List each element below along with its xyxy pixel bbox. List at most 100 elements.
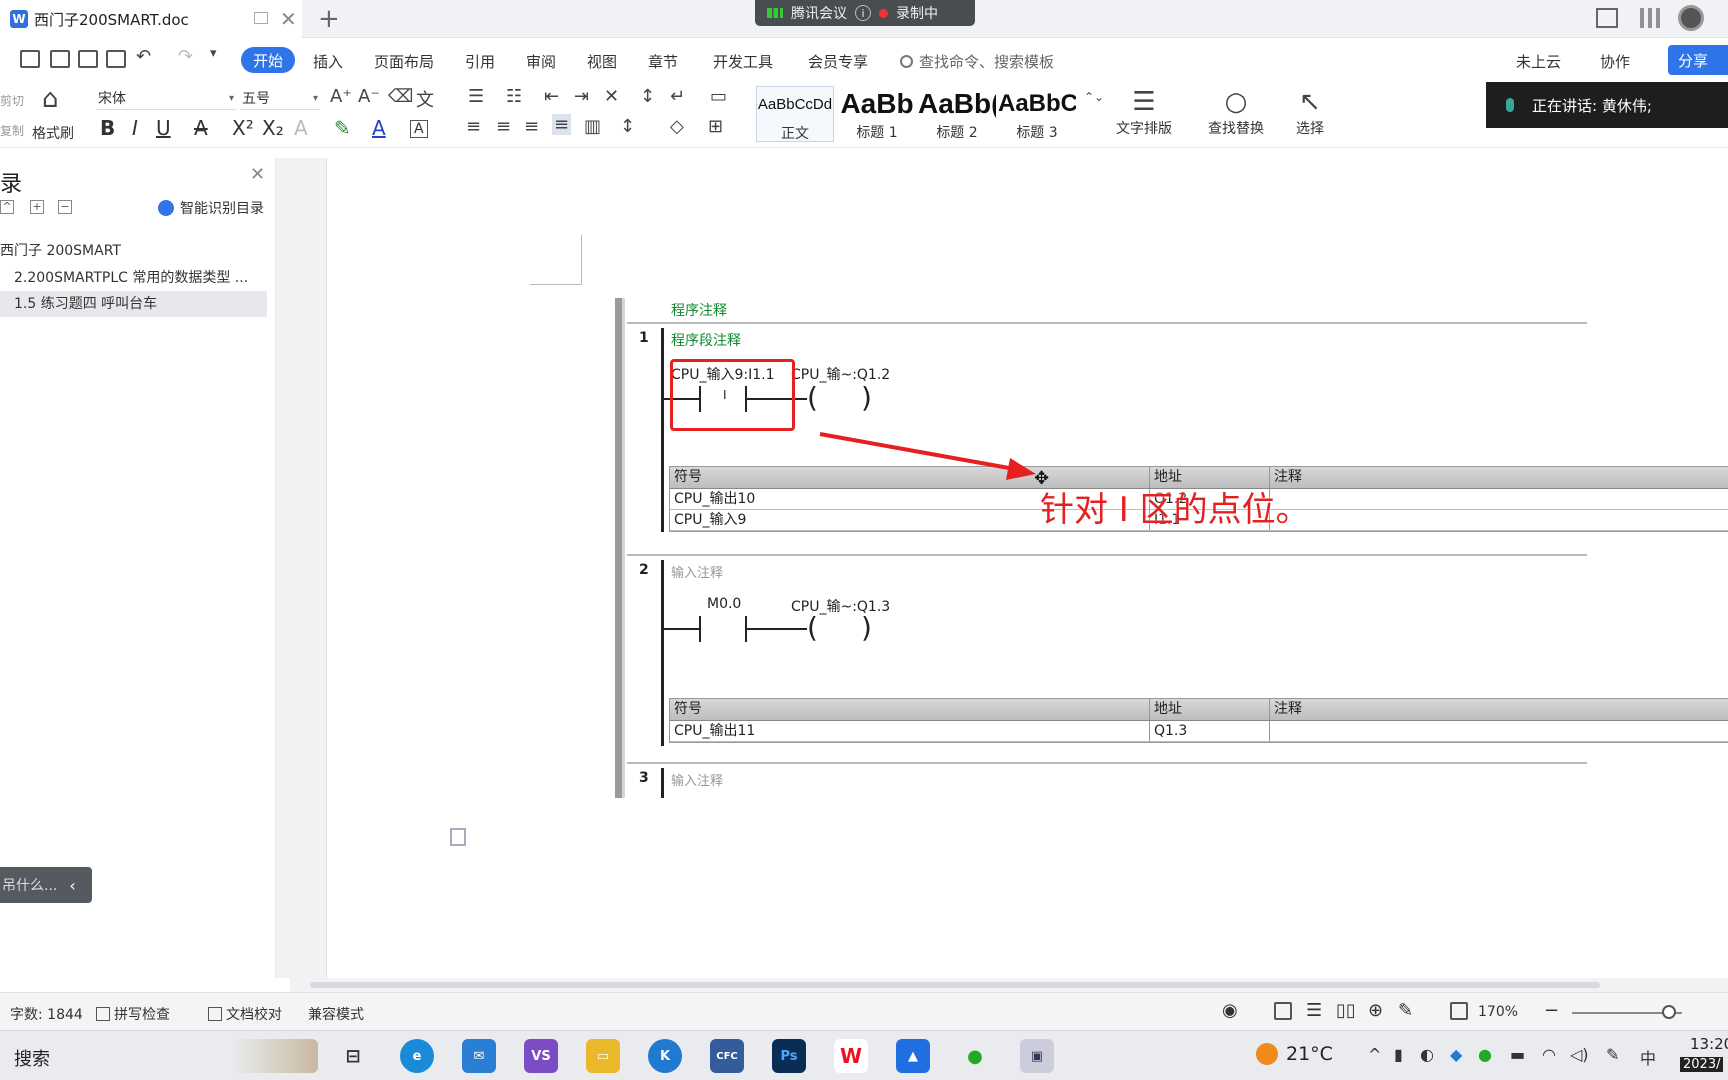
word-count[interactable]: 字数: 1844 [10,1004,83,1024]
style-heading-2[interactable]: AaBb( 标题 2 [918,86,996,142]
chevron-up-icon[interactable]: ^ [1368,1045,1381,1064]
justify-icon[interactable]: ≡ [552,114,572,135]
toc-item[interactable]: 2.200SMARTPLC 常用的数据类型 ... [14,265,248,291]
strikethrough-icon[interactable]: A [194,116,208,140]
distribute-icon[interactable]: ▥ [584,116,601,137]
quick-access-dropdown-icon[interactable]: ▾ [210,46,217,61]
collapse-icon[interactable]: ^ [0,200,14,214]
chinese-layout-icon[interactable]: ✕ [604,86,619,107]
tab-member[interactable]: 会员专享 [808,51,868,72]
cloud-status[interactable]: 未上云 [1516,51,1561,72]
grow-font-icon[interactable]: A⁺ [330,86,352,107]
new-tab-button[interactable]: + [318,4,340,34]
underline-icon[interactable]: U [156,116,171,140]
copy-button[interactable]: 复制 [0,122,24,139]
write-view-icon[interactable]: ✎ [1398,1000,1413,1021]
qq-icon[interactable]: ◐ [1420,1045,1434,1064]
wechat-tray-icon[interactable]: ● [1478,1045,1492,1064]
format-painter-icon[interactable]: ⌂ [42,84,59,114]
bold-icon[interactable]: B [100,116,115,140]
horizontal-scrollbar[interactable] [290,978,1728,992]
file-explorer-icon[interactable]: ▭ [586,1039,620,1073]
tab-developer[interactable]: 开发工具 [713,51,773,72]
line-spacing-icon[interactable]: ↕ [620,116,635,137]
weather-widget[interactable]: 21°C [1256,1043,1333,1065]
tab-chapter[interactable]: 章节 [648,51,678,72]
toc-item-selected[interactable]: 1.5 练习题四 呼叫台车 [0,291,267,317]
find-replace-button[interactable]: ○ 查找替换 [1208,86,1264,138]
microphone-tray-icon[interactable]: ▮ [1394,1045,1403,1064]
shrink-font-icon[interactable]: A⁻ [358,86,380,107]
edge-browser-icon[interactable]: e [400,1039,434,1073]
style-normal[interactable]: AaBbCcDd 正文 [756,86,834,142]
print-icon[interactable] [78,50,98,68]
text-effect-icon[interactable]: A [294,116,308,140]
clock-date[interactable]: 2023/ [1680,1057,1724,1072]
style-heading-3[interactable]: AaBbC( 标题 3 [998,86,1076,142]
search-highlight-icon[interactable] [232,1039,318,1073]
styles-more-icon[interactable]: ⌃⌄ [1084,90,1104,104]
format-painter-label[interactable]: 格式刷 [32,123,74,143]
collaborate-button[interactable]: 协作 [1600,51,1630,72]
input-method[interactable]: 中 [1640,1045,1656,1069]
toc-item[interactable]: 西门子 200SMART [0,238,121,264]
expand-all-icon[interactable]: + [30,200,44,214]
select-button[interactable]: ↖ 选择 [1296,86,1324,138]
sort-icon[interactable]: ↕ [640,86,655,107]
feishu-icon[interactable]: ◆ [1450,1045,1462,1064]
clear-format-icon[interactable]: ⌫ [388,86,413,107]
close-icon[interactable]: ✕ [250,164,265,185]
tab-review[interactable]: 审阅 [526,51,556,72]
smart-toc-button[interactable]: 智能识别目录 [158,198,264,218]
command-search[interactable]: 查找命令、搜索模板 [900,51,1054,72]
save-icon[interactable] [20,50,40,68]
share-button[interactable]: 分享 [1668,45,1728,75]
cut-button[interactable]: 剪切 [0,92,24,109]
text-layout-button[interactable]: ☰ 文字排版 [1116,86,1172,138]
zoom-level[interactable]: 170% [1478,1004,1518,1020]
clock-time[interactable]: 13:20 [1690,1035,1728,1053]
battery-icon[interactable]: ▬ [1510,1045,1525,1064]
tab-view[interactable]: 视图 [587,51,617,72]
align-center-icon[interactable]: ≡ [496,116,511,137]
bullet-list-icon[interactable]: ☰ [468,86,484,107]
style-heading-1[interactable]: AaBb 标题 1 [838,86,916,142]
visual-studio-icon[interactable]: VS [524,1039,558,1073]
tab-stops-icon[interactable]: ▭ [710,86,727,107]
shading-icon[interactable]: ◇ [670,116,684,137]
redo-icon[interactable]: ↷ [178,46,193,67]
font-size-select[interactable]: 五号 [240,88,320,110]
char-border-icon[interactable]: A [410,120,428,138]
mail-icon[interactable]: ✉ [462,1039,496,1073]
tab-start[interactable]: 开始 [241,47,295,73]
meeting-toolbar[interactable]: 腾讯会议 i 录制中 [755,0,975,26]
info-icon[interactable]: i [855,5,871,21]
font-name-select[interactable]: 宋体 [96,88,236,110]
fit-page-icon[interactable] [1450,1002,1468,1020]
k-app-icon[interactable]: K [648,1039,682,1073]
window-app-icon[interactable]: ▣ [1020,1039,1054,1073]
user-avatar[interactable] [1678,5,1704,31]
spell-check-toggle[interactable]: 拼写检查 [96,1004,170,1024]
tab-page-layout[interactable]: 页面布局 [374,51,434,72]
numbered-list-icon[interactable]: ☷ [506,86,522,107]
increase-indent-icon[interactable]: ⇥ [574,86,589,107]
wps-office-icon[interactable]: W [834,1039,868,1073]
tab-references[interactable]: 引用 [465,51,495,72]
zoom-slider-knob[interactable] [1662,1005,1676,1019]
close-tab-icon[interactable]: ✕ [280,7,297,31]
chevron-left-icon[interactable]: ‹ [69,876,75,895]
phonetic-guide-icon[interactable]: 文 [416,86,434,112]
undo-icon[interactable]: ↶ [136,46,151,67]
align-left-icon[interactable]: ≡ [466,116,481,137]
document-tab[interactable]: W 西门子200SMART.doc ✕ [0,0,302,38]
doc-proof-button[interactable]: 文档校对 [208,1004,282,1024]
wifi-icon[interactable]: ◠ [1542,1045,1556,1064]
tab-insert[interactable]: 插入 [313,51,343,72]
font-color-icon[interactable]: A [372,116,386,140]
reading-view-icon[interactable]: ▯▯ [1336,1000,1356,1021]
help-search-chip[interactable]: 吊什么... ‹ [0,867,92,903]
print-preview-icon[interactable] [106,50,126,68]
pen-icon[interactable]: ✎ [1606,1045,1619,1064]
volume-icon[interactable]: ◁) [1570,1045,1589,1064]
